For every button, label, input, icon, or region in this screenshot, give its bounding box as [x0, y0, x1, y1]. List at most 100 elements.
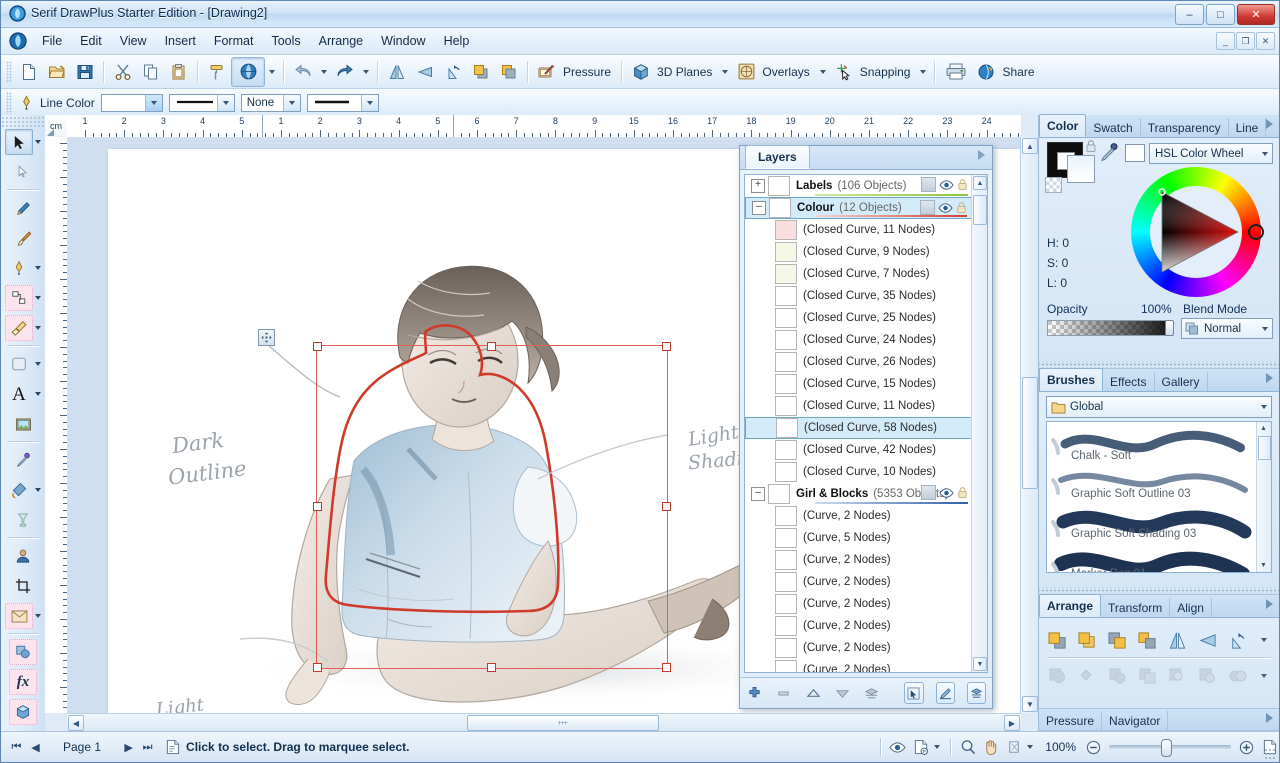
- opacity-slider[interactable]: [1047, 320, 1173, 336]
- brush-item-label[interactable]: Marker Pen 01: [1071, 568, 1146, 573]
- eye-icon[interactable]: [938, 202, 953, 214]
- move-layer-down-button[interactable]: [834, 683, 851, 703]
- window-resize-grip[interactable]: [1264, 748, 1276, 760]
- layer-object-row[interactable]: (Curve, 2 Nodes): [745, 549, 972, 571]
- bring-forward-button[interactable]: [1077, 630, 1098, 650]
- picture-frame-tool[interactable]: [1, 409, 45, 439]
- node-tool[interactable]: [1, 157, 45, 187]
- hue-selector-handle[interactable]: [1248, 224, 1264, 240]
- maximize-button[interactable]: □: [1206, 4, 1235, 25]
- share-button[interactable]: [972, 58, 1000, 86]
- selection-handle-se[interactable]: [662, 663, 671, 672]
- layer-print-toggle[interactable]: [920, 200, 935, 215]
- no-color-swatch[interactable]: [1045, 177, 1062, 193]
- layer-print-toggle[interactable]: [921, 485, 936, 500]
- fill-color-swatch[interactable]: [1067, 155, 1095, 183]
- pen-tool-dropdown-arrow-icon[interactable]: [35, 266, 41, 270]
- line-weight-combo[interactable]: [307, 94, 379, 112]
- snapping-button[interactable]: [830, 58, 858, 86]
- add-shapes-button[interactable]: [1047, 666, 1068, 686]
- undo-dropdown-arrow-icon[interactable]: [321, 70, 327, 74]
- flip-horizontal-button[interactable]: [1167, 630, 1188, 650]
- mdi-close-button[interactable]: ✕: [1256, 32, 1275, 50]
- brush-list-scrollbar[interactable]: ▲ ▼: [1256, 422, 1271, 572]
- first-page-button[interactable]: ⏮: [7, 738, 26, 757]
- 3d-planes-dropdown-arrow-icon[interactable]: [722, 70, 728, 74]
- tab-arrange[interactable]: Arrange: [1039, 594, 1101, 617]
- layer-object-row[interactable]: (Closed Curve, 58 Nodes): [745, 417, 972, 439]
- pressure-button[interactable]: [533, 58, 561, 86]
- scroll-down-arrow-icon[interactable]: ▼: [1022, 696, 1038, 712]
- layer-object-row[interactable]: (Closed Curve, 35 Nodes): [745, 285, 972, 307]
- blend-mode-dropdown-arrow-icon[interactable]: [1257, 320, 1272, 337]
- layer-options-button[interactable]: [967, 682, 986, 704]
- envelope-tool[interactable]: [1, 601, 45, 631]
- arrowhead-dropdown-arrow-icon[interactable]: [283, 95, 300, 111]
- send-to-back-button[interactable]: [495, 58, 523, 86]
- open-button[interactable]: [43, 58, 71, 86]
- selection-handle-s[interactable]: [487, 663, 496, 672]
- format-painter-button[interactable]: [203, 58, 231, 86]
- print-button[interactable]: [940, 58, 972, 86]
- layer-object-row[interactable]: (Curve, 5 Nodes): [745, 527, 972, 549]
- toolbar-grip[interactable]: [6, 61, 12, 83]
- edit-layer-button[interactable]: [936, 682, 955, 704]
- lock-icon[interactable]: [1085, 139, 1097, 153]
- blend-mode-select[interactable]: Normal: [1181, 318, 1273, 339]
- ruler-origin-button[interactable]: cm: [45, 115, 68, 138]
- next-page-button[interactable]: ▶: [119, 738, 138, 757]
- shape-connector-dropdown-arrow-icon[interactable]: [35, 296, 41, 300]
- layers-scrollbar[interactable]: ▲ ▼: [971, 175, 987, 672]
- save-button[interactable]: [71, 58, 99, 86]
- tab-color[interactable]: Color: [1039, 114, 1086, 137]
- brush-list[interactable]: Chalk - Soft Graphic Soft Outline 03 Gra…: [1046, 421, 1272, 573]
- divide-shapes-button[interactable]: [1167, 666, 1188, 686]
- brush-scroll-up-arrow-icon[interactable]: ▲: [1258, 423, 1269, 434]
- layer-object-row[interactable]: (Closed Curve, 15 Nodes): [745, 373, 972, 395]
- selection-bounding-box[interactable]: [316, 345, 668, 669]
- quickshape-tool[interactable]: [1, 349, 45, 379]
- menu-item-insert[interactable]: Insert: [156, 31, 205, 51]
- menu-item-arrange[interactable]: Arrange: [310, 31, 372, 51]
- tab-transparency[interactable]: Transparency: [1141, 118, 1229, 137]
- snapping-dropdown-arrow-icon[interactable]: [920, 70, 926, 74]
- vertical-scrollbar[interactable]: ▲ ▼: [1020, 137, 1039, 713]
- delete-layer-button[interactable]: [775, 683, 792, 703]
- lock-icon[interactable]: [957, 486, 968, 499]
- layers-palette-more-icon[interactable]: [978, 150, 985, 160]
- vertical-scroll-thumb[interactable]: [1022, 377, 1038, 489]
- eyedropper-icon[interactable]: [1099, 142, 1119, 162]
- saturation-triangle[interactable]: [1150, 186, 1242, 278]
- selection-handle-nw[interactable]: [313, 342, 322, 351]
- layer-object-row[interactable]: (Closed Curve, 10 Nodes): [745, 461, 972, 483]
- copy-button[interactable]: [137, 58, 165, 86]
- layers-palette[interactable]: Layers +Labels(106 Objects)–Colour(12 Ob…: [739, 145, 993, 709]
- zoom-out-button[interactable]: [1084, 738, 1103, 757]
- layer-print-toggle[interactable]: [921, 177, 936, 192]
- menu-item-edit[interactable]: Edit: [71, 31, 111, 51]
- flip-vertical-button[interactable]: [1197, 630, 1218, 650]
- line-weight-dropdown-arrow-icon[interactable]: [361, 95, 378, 111]
- brush-category-select[interactable]: Global: [1046, 396, 1272, 418]
- bring-to-front-button[interactable]: [1047, 630, 1068, 650]
- eye-icon[interactable]: [939, 179, 954, 191]
- arrange-more-dropdown-arrow-icon[interactable]: [1261, 638, 1267, 642]
- fill-tool[interactable]: [1, 313, 45, 343]
- tab-pressure[interactable]: Pressure: [1039, 711, 1102, 730]
- layer-group-row[interactable]: –Colour(12 Objects): [745, 197, 972, 219]
- redo-button[interactable]: [331, 58, 359, 86]
- tab-navigator[interactable]: Navigator: [1102, 711, 1168, 730]
- redo-dropdown-arrow-icon[interactable]: [363, 70, 369, 74]
- send-to-back-button[interactable]: [1137, 630, 1158, 650]
- pointer-tool[interactable]: [1, 127, 45, 157]
- studio-dropdown-arrow-icon[interactable]: [269, 70, 275, 74]
- layer-object-row[interactable]: (Closed Curve, 25 Nodes): [745, 307, 972, 329]
- previous-page-button[interactable]: ◀: [26, 738, 45, 757]
- mdi-restore-button[interactable]: ❐: [1236, 32, 1255, 50]
- extrude-tool[interactable]: [1, 697, 45, 727]
- brush-item-label[interactable]: Graphic Soft Shading 03: [1071, 528, 1196, 540]
- tab-transform[interactable]: Transform: [1101, 598, 1170, 617]
- select-objects-button[interactable]: [904, 682, 923, 704]
- layer-object-row[interactable]: (Curve, 2 Nodes): [745, 571, 972, 593]
- layer-group-row[interactable]: –Girl & Blocks(5353 Objects): [745, 483, 972, 505]
